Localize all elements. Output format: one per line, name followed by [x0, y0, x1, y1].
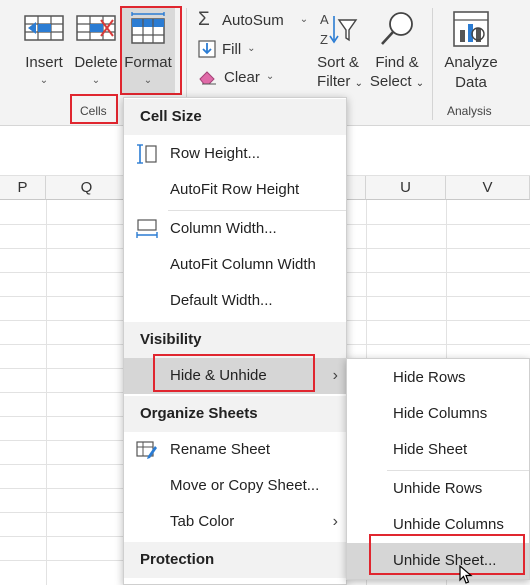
- autosum-button[interactable]: Σ AutoSum ⌄: [198, 9, 308, 31]
- unhide-rows-item[interactable]: Unhide Rows: [347, 471, 529, 507]
- hide-sheet-label: Hide Sheet: [393, 441, 468, 458]
- row-height-label: Row Height...: [170, 145, 261, 162]
- insert-label: Insert: [25, 54, 63, 71]
- visibility-header: Visibility: [124, 322, 346, 358]
- cell-size-header: Cell Size: [124, 99, 346, 135]
- sort-filter-line2-row: Filter ⌄: [310, 73, 370, 90]
- column-width-label: Column Width...: [170, 220, 277, 237]
- delete-button[interactable]: Delete ⌄: [72, 8, 120, 94]
- sort-filter-line1: Sort &: [317, 54, 359, 71]
- row-height-item[interactable]: Row Height...: [124, 136, 346, 172]
- find-select-line2-row: Select ⌄: [366, 73, 428, 90]
- row-height-icon: [137, 144, 157, 164]
- analyze-data-button[interactable]: Analyze Data: [440, 8, 502, 94]
- unhide-rows-label: Unhide Rows: [393, 480, 483, 497]
- chevron-right-icon: ›: [332, 513, 338, 530]
- chevron-down-icon: ⌄: [265, 71, 275, 82]
- hide-unhide-highlight-box: [153, 354, 315, 392]
- magnifier-icon: [381, 12, 413, 45]
- delete-label: Delete: [74, 54, 118, 71]
- svg-text:A: A: [320, 12, 329, 27]
- eraser-icon: [199, 71, 216, 85]
- column-header-p[interactable]: P: [0, 176, 46, 200]
- find-select-button[interactable]: Find & Select ⌄: [368, 8, 426, 94]
- rename-sheet-label: Rename Sheet: [170, 441, 271, 458]
- column-header-label: V: [482, 179, 493, 196]
- cells-highlight-box: [70, 94, 118, 124]
- column-width-icon: [136, 219, 158, 238]
- sigma-icon: Σ: [198, 9, 210, 30]
- default-width-label: Default Width...: [170, 292, 273, 309]
- delete-cells-icon: [76, 15, 116, 41]
- autosum-label: AutoSum: [222, 11, 284, 29]
- move-copy-sheet-item[interactable]: Move or Copy Sheet...: [124, 468, 346, 504]
- chevron-down-icon: ⌄: [247, 43, 256, 54]
- fill-down-icon: [198, 40, 216, 58]
- organize-sheets-header: Organize Sheets: [124, 396, 346, 432]
- hide-columns-item[interactable]: Hide Columns: [347, 396, 529, 432]
- autofit-row-height-item[interactable]: AutoFit Row Height: [124, 172, 346, 208]
- find-select-line2: Select: [369, 73, 412, 90]
- column-header-label: U: [400, 179, 411, 196]
- autofit-row-height-label: AutoFit Row Height: [170, 181, 300, 198]
- mouse-cursor-icon: [459, 565, 473, 584]
- format-dropdown-menu: Cell Size Row Height... AutoFit Row Heig…: [123, 97, 347, 585]
- chevron-down-icon: ⌄: [299, 14, 309, 25]
- autofit-column-width-label: AutoFit Column Width: [170, 256, 316, 273]
- sort-filter-icon: A Z: [320, 12, 358, 47]
- sort-filter-line2: Filter: [317, 73, 351, 90]
- column-header-label: Q: [80, 179, 93, 196]
- column-header-q[interactable]: Q: [46, 176, 128, 200]
- fill-button[interactable]: Fill ⌄: [198, 38, 256, 60]
- column-header-u[interactable]: U: [366, 176, 446, 200]
- analyze-data-icon: [453, 11, 489, 47]
- analysis-group-label: Analysis: [447, 104, 492, 118]
- chevron-down-icon: ⌄: [91, 75, 101, 86]
- column-header-v[interactable]: V: [446, 176, 530, 200]
- unhide-sheet-highlight-box: [369, 534, 525, 575]
- clear-label: Clear: [224, 68, 260, 86]
- column-width-item[interactable]: Column Width...: [124, 211, 346, 247]
- tab-color-label: Tab Color: [170, 513, 235, 530]
- hide-sheet-item[interactable]: Hide Sheet: [347, 432, 529, 468]
- tab-color-item[interactable]: Tab Color ›: [124, 504, 346, 540]
- protection-header: Protection: [124, 542, 346, 578]
- autofit-column-width-item[interactable]: AutoFit Column Width: [124, 247, 346, 283]
- rename-sheet-item[interactable]: Rename Sheet: [124, 432, 346, 468]
- fill-label: Fill: [222, 40, 242, 58]
- chevron-down-icon: ⌄: [415, 78, 425, 89]
- analyze-line1: Analyze: [444, 54, 498, 71]
- insert-cells-icon: [24, 15, 64, 41]
- format-highlight-box: [120, 6, 182, 95]
- unhide-columns-label: Unhide Columns: [393, 516, 504, 533]
- chevron-right-icon: ›: [332, 367, 338, 384]
- sort-filter-button[interactable]: A Z Sort & Filter ⌄: [312, 8, 364, 94]
- default-width-item[interactable]: Default Width...: [124, 283, 346, 319]
- insert-button[interactable]: Insert ⌄: [20, 8, 68, 94]
- ribbon-separator: [432, 8, 433, 120]
- hide-columns-label: Hide Columns: [393, 405, 488, 422]
- rename-sheet-icon: [136, 441, 157, 459]
- chevron-down-icon: ⌄: [39, 75, 49, 86]
- column-header-label: P: [17, 179, 28, 196]
- hide-rows-item[interactable]: Hide Rows: [347, 360, 529, 396]
- analyze-line2: Data: [455, 74, 487, 91]
- clear-button[interactable]: Clear ⌄: [198, 66, 274, 88]
- hide-rows-label: Hide Rows: [393, 369, 466, 386]
- chevron-down-icon: ⌄: [354, 78, 363, 89]
- move-copy-sheet-label: Move or Copy Sheet...: [170, 477, 320, 494]
- find-select-line1: Find &: [375, 54, 419, 71]
- svg-text:Z: Z: [320, 32, 328, 47]
